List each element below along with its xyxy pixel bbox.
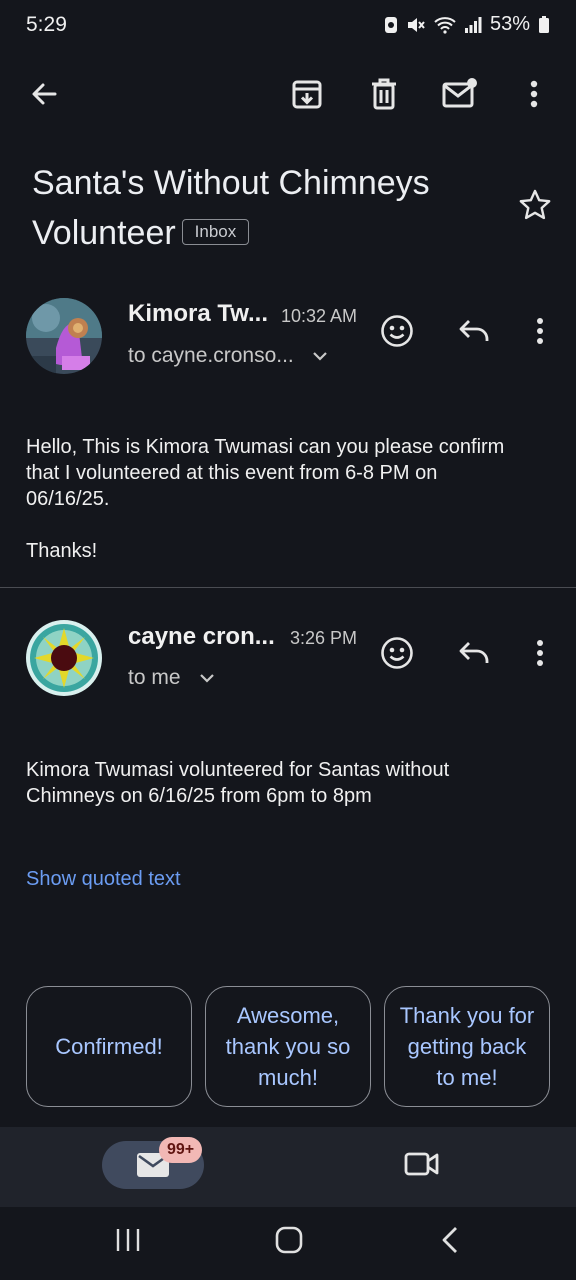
more-options-button[interactable] [512,72,556,116]
back-arrow-icon [29,79,59,109]
body-line: Hello, This is Kimora Twumasi can you pl… [26,436,505,458]
cell-signal-icon [464,16,482,34]
reply-icon [458,640,490,666]
react-emoji-button-1[interactable] [375,309,419,353]
message-body-2: Kimora Twumasi volunteered for Santas wi… [26,757,556,809]
body-line: Thanks! [26,540,98,562]
sender-avatar-2[interactable] [26,620,102,696]
subject-line-1: Santa's Without Chimneys [32,164,430,202]
smart-reply-confirmed[interactable]: Confirmed! [26,986,192,1107]
home-icon [274,1225,304,1255]
inbox-label-chip[interactable]: Inbox [181,219,250,246]
body-line: Kimora Twumasi volunteered for Santas wi… [26,759,450,781]
chevron-down-icon [312,351,328,361]
mute-icon [406,16,426,34]
body-line: 06/16/25. [26,488,110,510]
message-time-2: 3:26 PM [290,628,358,648]
unread-count-badge: 99+ [159,1137,203,1163]
react-emoji-button-2[interactable] [375,631,419,675]
recent-apps-button[interactable] [114,1226,142,1254]
star-button[interactable] [518,188,552,222]
status-icons: 53% [384,13,550,36]
emoji-icon [380,636,414,670]
star-icon [518,188,552,222]
recent-apps-icon [114,1226,142,1254]
mark-unread-button[interactable] [438,72,482,116]
message-body-1: Hello, This is Kimora Twumasi can you pl… [26,434,556,564]
emoji-icon [380,314,414,348]
email-subject: Santa's Without Chimneys Volunteer Inbox [32,158,472,258]
more-vert-icon [530,80,538,108]
message-time-1: 10:32 AM [281,306,358,326]
reply-button-2[interactable] [452,631,496,675]
reply-button-1[interactable] [452,309,496,353]
reply-icon [458,318,490,344]
delete-icon [370,78,398,110]
message-more-button-1[interactable] [518,309,562,353]
battery-percent: 53% [489,13,530,35]
body-line: Chimneys on 6/16/25 from 6pm to 8pm [26,785,372,807]
more-vert-icon [536,317,544,345]
nav-back-button[interactable] [438,1225,462,1255]
mark-unread-icon [442,78,478,110]
chevron-down-icon [199,673,215,683]
back-chevron-icon [438,1225,462,1255]
message-divider [0,587,576,588]
home-button[interactable] [274,1225,304,1255]
wifi-icon [434,16,456,34]
recipient-line-2[interactable]: to me [128,666,215,690]
back-button[interactable] [22,72,66,116]
bottom-tab-bar [0,1127,576,1207]
subject-line-2: Volunteer [32,214,176,252]
smart-reply-awesome[interactable]: Awesome, thank you so much! [205,986,371,1107]
delete-button[interactable] [362,72,406,116]
video-camera-icon [404,1149,440,1179]
message-more-button-2[interactable] [518,631,562,675]
sender-name-2: cayne cron... [128,623,275,650]
sender-avatar-1[interactable] [26,298,102,374]
show-quoted-text-link[interactable]: Show quoted text [26,868,181,891]
smart-reply-thank-you[interactable]: Thank you for getting back to me! [384,986,550,1107]
more-vert-icon [536,639,544,667]
signal-app-icon [384,16,398,34]
recipient-text-2: to me [128,666,181,689]
recipient-line-1[interactable]: to cayne.cronso... [128,344,328,368]
archive-button[interactable] [285,72,329,116]
body-line: that I volunteered at this event from 6-… [26,462,438,484]
recipient-text-1: to cayne.cronso... [128,344,294,367]
status-time: 5:29 [26,13,67,36]
meet-tab[interactable] [404,1149,440,1179]
archive-icon [291,78,323,110]
battery-icon [538,15,550,34]
sender-name-1: Kimora Tw... [128,300,269,327]
